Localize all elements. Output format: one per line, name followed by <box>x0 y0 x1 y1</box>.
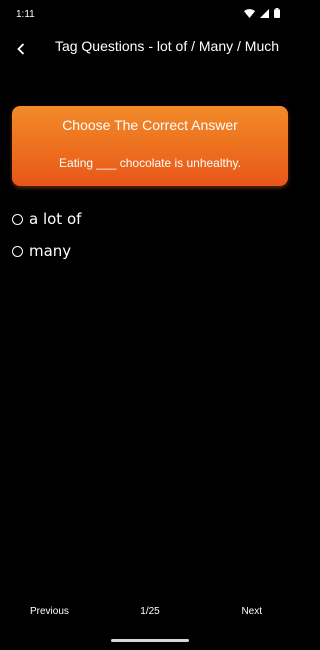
back-button[interactable] <box>12 40 30 62</box>
card-heading: Choose The Correct Answer <box>62 117 238 133</box>
bottom-navigation: 1/25 Previous Next <box>0 600 300 624</box>
next-button[interactable]: Next <box>241 606 262 617</box>
app-bar: Tag Questions - lot of / Many / Much <box>0 36 300 76</box>
radio-button[interactable] <box>12 245 23 257</box>
page-title: Tag Questions - lot of / Many / Much <box>54 38 280 54</box>
option-label: a lot of <box>29 210 82 228</box>
home-indicator[interactable] <box>111 639 189 642</box>
chevron-left-icon <box>17 42 25 60</box>
question-card: Choose The Correct Answer Eating ___ cho… <box>12 106 288 186</box>
answer-option-a-lot-of[interactable]: a lot of <box>12 210 81 228</box>
option-label: many <box>29 242 72 260</box>
status-bar: 1:11 <box>0 0 300 28</box>
answer-option-many[interactable]: many <box>12 242 71 260</box>
signal-icon <box>260 8 269 18</box>
radio-button[interactable] <box>12 213 23 225</box>
battery-icon <box>274 8 280 18</box>
wifi-icon <box>244 8 255 18</box>
status-icons <box>244 8 280 18</box>
status-time: 1:11 <box>16 9 35 20</box>
previous-button[interactable]: Previous <box>30 606 69 617</box>
question-text: Eating ___ chocolate is unhealthy. <box>59 156 241 170</box>
